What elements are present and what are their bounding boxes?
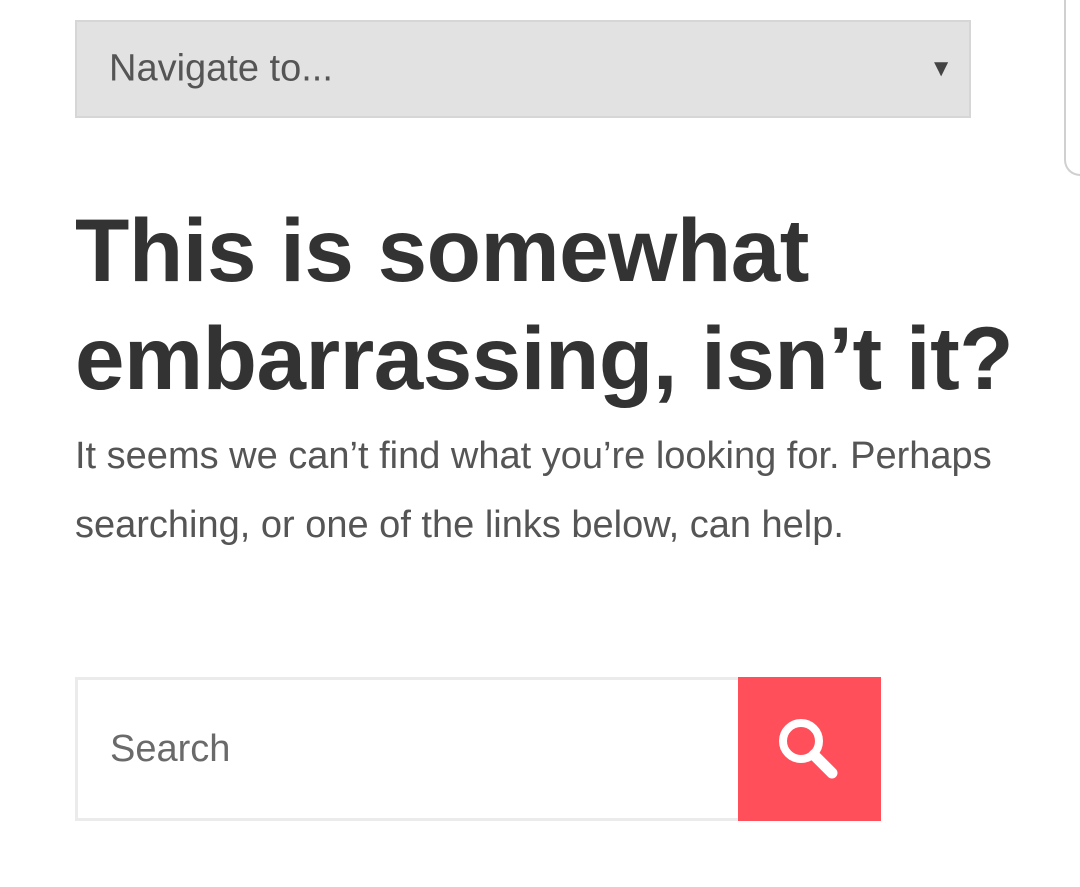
navigate-to-label: Navigate to...	[109, 47, 333, 90]
page-title: This is somewhat embarrassing, isn’t it?	[75, 200, 1014, 408]
dropdown-triangle-icon: ▼	[929, 55, 953, 82]
page: Navigate to... ▼ This is somewhat embarr…	[0, 0, 1080, 887]
scrollbar-edge[interactable]	[1064, 0, 1080, 176]
search-input[interactable]	[75, 677, 740, 821]
search-button[interactable]	[738, 677, 881, 821]
search-icon	[778, 719, 837, 779]
navigate-to-select[interactable]: Navigate to... ▼	[75, 20, 971, 118]
not-found-message: It seems we can’t find what you’re looki…	[75, 435, 992, 546]
search-form	[75, 677, 881, 821]
